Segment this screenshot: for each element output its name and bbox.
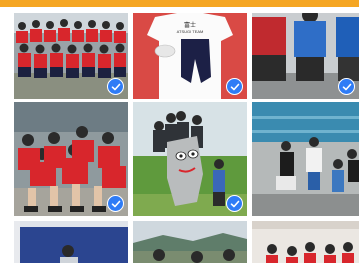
photo-thumbnail[interactable] — [14, 13, 128, 99]
photo-thumbnail[interactable] — [14, 102, 128, 216]
shirt-team-name: ATSUGI TEAM — [177, 29, 204, 34]
photo-thumbnail[interactable] — [252, 13, 359, 99]
photo-thumbnail[interactable]: 富士 ATSUGI TEAM — [133, 13, 247, 99]
selected-check-icon[interactable] — [226, 78, 243, 95]
outdoor-group-photo — [133, 221, 247, 263]
top-accent-bar — [0, 0, 359, 7]
selected-check-icon[interactable] — [226, 195, 243, 212]
photo-grid: 富士 ATSUGI TEAM — [0, 7, 359, 263]
selected-check-icon[interactable] — [107, 195, 124, 212]
banner-photo — [14, 221, 128, 263]
poolside-photo — [252, 102, 359, 216]
selected-check-icon[interactable] — [107, 78, 124, 95]
indoor-group-photo — [252, 221, 359, 263]
shirt-kanji: 富士 — [184, 21, 196, 29]
photo-thumbnail[interactable] — [14, 221, 128, 263]
photo-thumbnail[interactable] — [133, 221, 247, 263]
photo-thumbnail[interactable] — [252, 102, 359, 216]
photo-thumbnail[interactable] — [133, 102, 247, 216]
photo-thumbnail[interactable] — [252, 221, 359, 263]
selected-check-icon[interactable] — [338, 78, 355, 95]
